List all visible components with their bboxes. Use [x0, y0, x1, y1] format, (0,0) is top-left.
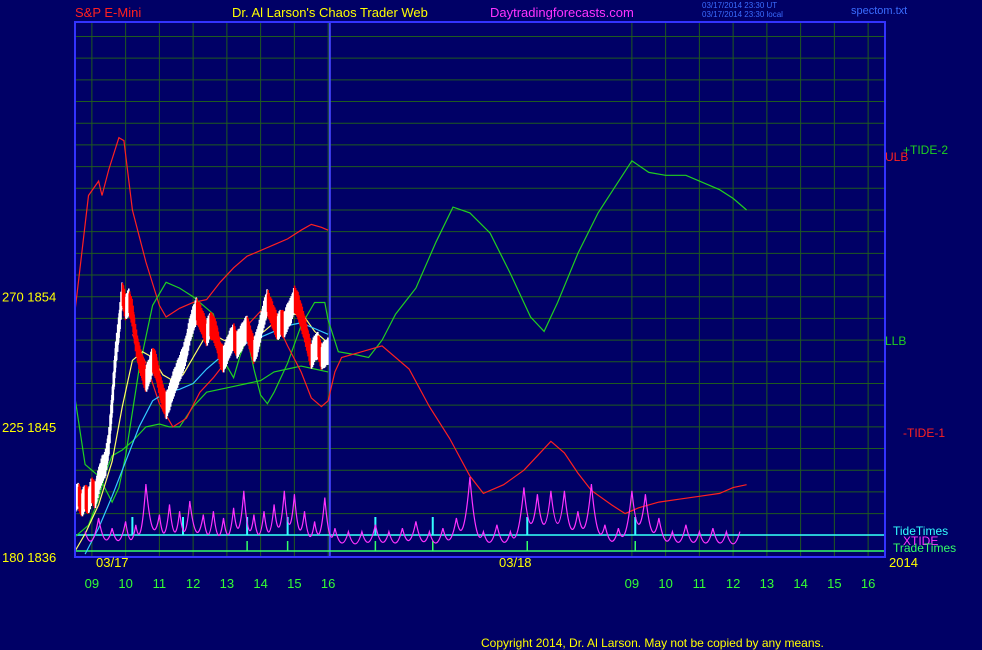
x-tick-label: 15 — [827, 576, 841, 591]
y-tick-label: 225 1845 — [2, 420, 56, 435]
x-tick-label: 13 — [220, 576, 234, 591]
x-tick-label: 13 — [760, 576, 774, 591]
x-tick-label: 14 — [253, 576, 267, 591]
date-label-2: 03/18 — [499, 555, 532, 570]
y-tick-label: 180 1836 — [2, 550, 56, 565]
series-line--tide-1 — [131, 310, 747, 515]
price-chart: 270 1854 225 1845 180 1836 09 10 11 12 13 14 15 1… — [2, 21, 956, 591]
x-tick-label: 12 — [726, 576, 740, 591]
price-bars — [74, 282, 329, 517]
x-tick-label: 10 — [658, 576, 672, 591]
date-label-1: 03/17 — [96, 555, 129, 570]
x-tick-label: 09 — [85, 576, 99, 591]
x-tick-label: 11 — [693, 576, 707, 591]
x-tick-label: 14 — [793, 576, 807, 591]
legend-label: +TIDE-2 — [903, 143, 948, 157]
chart-legend: +TIDE-2ULBLLB-TIDE-1TideTimesXTIDETradeT… — [885, 143, 956, 555]
x-tick-label: 10 — [118, 576, 132, 591]
chart-grid — [75, 22, 885, 558]
legend-label: TradeTimes — [893, 541, 956, 555]
x-tick-label: 11 — [153, 576, 167, 591]
x-tick-label: 16 — [861, 576, 875, 591]
legend-label: LLB — [885, 334, 906, 348]
year-label: 2014 — [889, 555, 918, 570]
x-axis-labels: 09 10 11 12 13 14 15 16 09 10 11 12 13 14 15 16 03/17 03/… — [85, 555, 918, 591]
y-axis-labels: 270 1854 225 1845 180 1836 — [2, 290, 56, 565]
copyright-notice: Copyright 2014, Dr. Al Larson. May not b… — [481, 636, 824, 650]
tide-bands — [75, 517, 885, 552]
series-line--tide-2 — [74, 159, 747, 504]
plot-area-border — [74, 21, 886, 558]
y-tick-label: 270 1854 — [2, 290, 56, 305]
legend-label: -TIDE-1 — [903, 426, 945, 440]
legend-label: ULB — [885, 150, 908, 164]
x-tick-label: 16 — [321, 576, 335, 591]
x-tick-label: 09 — [625, 576, 639, 591]
series-line-ulb — [74, 136, 329, 318]
x-tick-label: 12 — [186, 576, 200, 591]
x-tick-label: 15 — [287, 576, 301, 591]
